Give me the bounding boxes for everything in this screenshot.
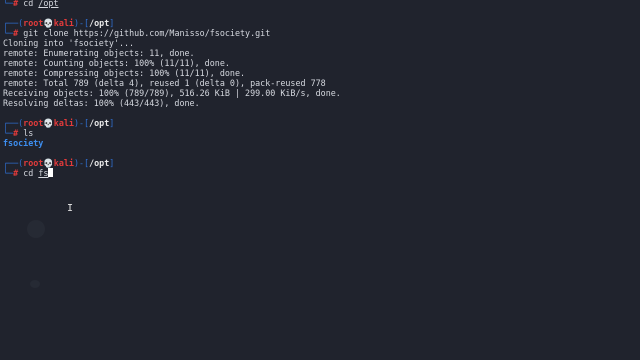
- prompt-command-line: └─# ls: [3, 128, 640, 138]
- prompt-branch: └─: [3, 128, 14, 138]
- terminal-output: └─# cd /opt ┌──(root💀kali)-[/opt] └─# gi…: [3, 0, 640, 178]
- prompt-branch: └─: [3, 28, 14, 38]
- prompt-frame-close: ]: [109, 158, 115, 168]
- prompt-frame-open: ┌──(: [3, 158, 24, 168]
- output-line: Cloning into 'fsociety'...: [3, 38, 135, 48]
- prompt-symbol: #: [13, 0, 19, 8]
- background-artifact: [30, 280, 40, 288]
- prompt-frame-close: ]: [109, 18, 115, 28]
- prompt-symbol: #: [13, 128, 19, 138]
- skull-icon: 💀: [43, 18, 54, 28]
- mouse-ibeam-icon: I: [67, 203, 74, 214]
- prompt-frame-open: ┌──(: [3, 18, 24, 28]
- prompt-host: kali: [53, 118, 74, 128]
- prompt-frame-mid: )-[: [73, 158, 90, 168]
- prompt-command-line: └─# git clone https://github.com/Manisso…: [3, 28, 640, 38]
- prompt-user: root: [23, 158, 44, 168]
- output-line: remote: Compressing objects: 100% (11/11…: [3, 68, 246, 78]
- prompt-header-line: ┌──(root💀kali)-[/opt]: [3, 158, 640, 168]
- prompt-command-line: └─# cd /opt: [3, 0, 640, 8]
- prompt-branch: └─: [3, 0, 14, 8]
- output-line: remote: Total 789 (delta 4), reused 1 (d…: [3, 78, 326, 88]
- prompt-frame-mid: )-[: [73, 118, 90, 128]
- command-text: git clone https://github.com/Manisso/fso…: [23, 28, 271, 38]
- prompt-header-line: ┌──(root💀kali)-[/opt]: [3, 118, 640, 128]
- prompt-symbol: #: [13, 168, 19, 178]
- prompt-frame-open: ┌──(: [3, 118, 24, 128]
- output-line: remote: Counting objects: 100% (11/11), …: [3, 58, 230, 68]
- prompt-branch: └─: [3, 168, 14, 178]
- prompt-host: kali: [53, 158, 74, 168]
- output-line: remote: Enumerating objects: 11, done.: [3, 48, 195, 58]
- directory-listing-item: fsociety: [3, 138, 44, 148]
- prompt-frame-close: ]: [109, 118, 115, 128]
- background-artifact: [27, 220, 45, 238]
- command-arg: /opt: [38, 0, 59, 8]
- output-line: Receiving objects: 100% (789/789), 516.2…: [3, 88, 341, 98]
- command-text: ls: [23, 128, 34, 138]
- prompt-header-line: ┌──(root💀kali)-[/opt]: [3, 18, 640, 28]
- command-typed-arg[interactable]: fs: [38, 168, 48, 178]
- output-line: Resolving deltas: 100% (443/443), done.: [3, 98, 200, 108]
- active-input-line[interactable]: └─# cd fs: [3, 168, 640, 178]
- skull-icon: 💀: [43, 118, 54, 128]
- command-text: cd: [23, 0, 39, 8]
- prompt-path: /opt: [89, 158, 110, 168]
- prompt-path: /opt: [89, 118, 110, 128]
- prompt-user: root: [23, 118, 44, 128]
- prompt-frame-mid: )-[: [73, 18, 90, 28]
- terminal-window[interactable]: └─# cd /opt ┌──(root💀kali)-[/opt] └─# gi…: [0, 0, 640, 360]
- prompt-host: kali: [53, 18, 74, 28]
- prompt-user: root: [23, 18, 44, 28]
- prompt-symbol: #: [13, 28, 19, 38]
- command-text: cd: [23, 168, 39, 178]
- text-cursor: [48, 168, 54, 177]
- skull-icon: 💀: [43, 158, 54, 168]
- prompt-path: /opt: [89, 18, 110, 28]
